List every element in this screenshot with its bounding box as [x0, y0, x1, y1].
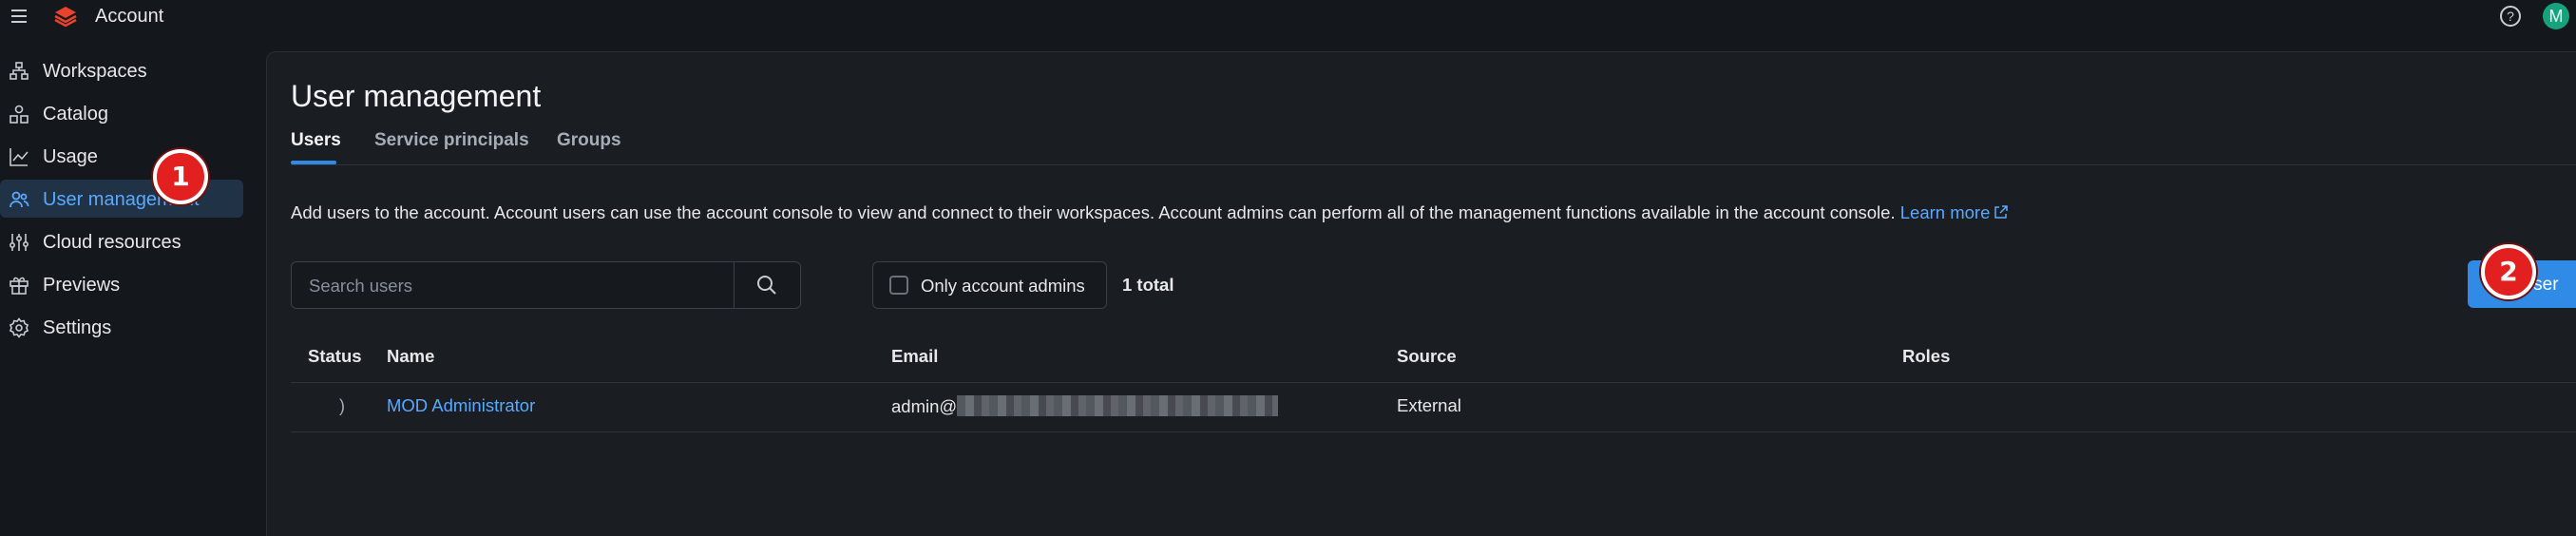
description-text: Add users to the account. Account users … — [291, 202, 1896, 222]
gift-icon — [9, 275, 29, 296]
user-source: External — [1397, 395, 1461, 415]
page-title: User management — [291, 79, 542, 113]
column-header-status: Status — [308, 346, 362, 366]
tabs-divider — [291, 164, 2576, 165]
menu-icon[interactable] — [10, 7, 29, 26]
learn-more-label[interactable]: Learn more — [1900, 202, 1991, 222]
table-row-divider — [291, 431, 2576, 432]
sliders-icon — [9, 232, 29, 253]
top-bar: Account ? M — [0, 0, 2576, 32]
tab-service-principals[interactable]: Service principals — [374, 130, 529, 151]
column-header-name[interactable]: Name — [387, 346, 434, 367]
only-admins-checkbox[interactable] — [889, 276, 908, 295]
gear-icon — [9, 317, 29, 338]
sidebar-item-workspaces[interactable]: Workspaces — [0, 51, 243, 89]
search-icon — [757, 276, 776, 295]
step-badge-2: 2 — [2481, 244, 2536, 299]
help-icon[interactable]: ? — [2499, 5, 2522, 28]
search-button[interactable] — [735, 262, 800, 308]
sidebar-item-label: Cloud resources — [43, 232, 181, 253]
column-header-source: Source — [1397, 346, 1457, 366]
tab-groups[interactable]: Groups — [557, 130, 621, 151]
search-input[interactable]: Search users — [309, 276, 412, 297]
sidebar-item-label: Settings — [43, 317, 112, 338]
step-badge-1: 1 — [153, 149, 208, 204]
main-panel: User management Users Service principals… — [266, 51, 2576, 536]
email-prefix: admin@ — [891, 396, 958, 416]
sidebar-item-user-management[interactable]: User management — [0, 180, 243, 218]
sidebar-item-label: Workspaces — [43, 61, 147, 82]
sidebar-item-label: Previews — [43, 275, 121, 296]
usage-chart-icon — [9, 146, 29, 167]
avatar[interactable]: M — [2543, 3, 2569, 29]
databricks-logo[interactable] — [53, 5, 78, 28]
user-email: admin@ — [891, 395, 1279, 417]
only-admins-filter[interactable]: Only account admins — [872, 261, 1107, 309]
sidebar-item-catalog[interactable]: Catalog — [0, 94, 243, 132]
workspaces-icon — [9, 61, 29, 82]
sidebar-item-label: Catalog — [43, 104, 108, 124]
search-field[interactable]: Search users — [291, 261, 801, 309]
status-indicator: ) — [339, 396, 345, 415]
sidebar: Workspaces Catalog Usage User management… — [0, 32, 264, 535]
column-header-roles: Roles — [1902, 346, 1951, 366]
table-header-divider — [291, 382, 2576, 383]
tab-users[interactable]: Users — [291, 130, 341, 151]
description: Add users to the account. Account users … — [291, 202, 2009, 223]
users-icon — [9, 189, 29, 210]
sidebar-item-cloud-resources[interactable]: Cloud resources — [0, 222, 243, 260]
sidebar-item-settings[interactable]: Settings — [0, 308, 243, 346]
only-admins-label[interactable]: Only account admins — [921, 276, 1085, 297]
column-header-email[interactable]: Email — [891, 346, 938, 367]
email-redacted — [957, 395, 1279, 416]
svg-text:?: ? — [2507, 9, 2514, 24]
total-count: 1 total — [1122, 275, 1174, 295]
catalog-icon — [9, 104, 29, 124]
sidebar-item-label: Usage — [43, 146, 98, 167]
app-title: Account — [95, 6, 164, 27]
learn-more-link[interactable]: Learn more — [1900, 202, 2009, 222]
user-name-link[interactable]: MOD Administrator — [387, 395, 535, 416]
sidebar-item-previews[interactable]: Previews — [0, 265, 243, 303]
external-link-icon[interactable] — [1994, 203, 2009, 219]
